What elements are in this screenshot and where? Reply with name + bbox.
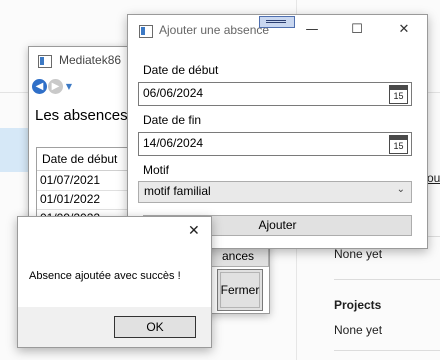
end-date-value: 14/06/2024 (143, 136, 204, 150)
section-value: None yet (334, 247, 383, 261)
chevron-down-icon: ⌄ (396, 184, 405, 195)
start-date-value: 06/06/2024 (143, 86, 204, 100)
column-header[interactable]: Date de début (37, 148, 137, 171)
column-header-label: Date de début (42, 152, 118, 166)
partial-link[interactable]: ou (427, 171, 440, 185)
table-row[interactable]: 01/01/2022 (37, 190, 137, 210)
forward-arrow-icon[interactable]: ▶ (48, 79, 63, 94)
drag-handle-icon[interactable] (259, 16, 295, 28)
close-icon[interactable]: ✕ (389, 20, 419, 40)
reason-value: motif familial (144, 184, 211, 198)
close-button-label: Fermer (220, 283, 260, 297)
start-date-label: Date de début (143, 63, 219, 77)
projects-heading: Projects (334, 298, 382, 312)
cell-date: 01/01/2022 (40, 192, 101, 206)
calendar-icon[interactable]: 15 (389, 85, 408, 104)
page-heading: Les absences (35, 107, 128, 124)
back-arrow-icon[interactable]: ◀ (32, 79, 47, 94)
close-button[interactable]: Fermer (217, 269, 263, 311)
dialog-titlebar[interactable]: Ajouter une absence — ☐ ✕ (128, 15, 427, 45)
table-row[interactable]: 01/07/2021 (37, 171, 137, 191)
divider (334, 279, 440, 280)
reason-label: Motif (143, 163, 170, 177)
app-icon (38, 55, 52, 68)
projects-value: None yet (334, 323, 383, 337)
calendar-day: 15 (393, 141, 404, 151)
ok-button[interactable]: OK (114, 316, 196, 338)
start-date-picker[interactable]: 06/06/2024 15 (138, 82, 412, 106)
main-window-title: Mediatek86 (59, 53, 122, 67)
navigation-buttons: ◀ ▶ ▼ (32, 79, 92, 97)
add-absence-dialog: Ajouter une absence — ☐ ✕ Date de début … (127, 14, 428, 249)
app-icon (139, 25, 153, 38)
message-box: ✕ Absence ajoutée avec succès ! OK (17, 216, 212, 348)
close-icon[interactable]: ✕ (188, 223, 200, 239)
dialog-title: Ajouter une absence (159, 23, 270, 37)
end-date-label: Date de fin (143, 113, 202, 127)
maximize-icon[interactable]: ☐ (342, 20, 372, 40)
absences-grid[interactable]: Date de début 01/07/2021 01/01/2022 01/0… (36, 147, 138, 225)
end-date-picker[interactable]: 14/06/2024 15 (138, 132, 412, 156)
chevron-down-icon[interactable]: ▼ (64, 79, 74, 94)
cell-date: 01/07/2021 (40, 173, 101, 187)
message-text: Absence ajoutée avec succès ! (29, 270, 181, 282)
reason-select[interactable]: motif familial ⌄ (138, 181, 412, 203)
calendar-icon[interactable]: 15 (389, 135, 408, 154)
minimize-icon[interactable]: — (297, 20, 327, 40)
calendar-day: 15 (393, 91, 404, 101)
divider (334, 350, 440, 351)
